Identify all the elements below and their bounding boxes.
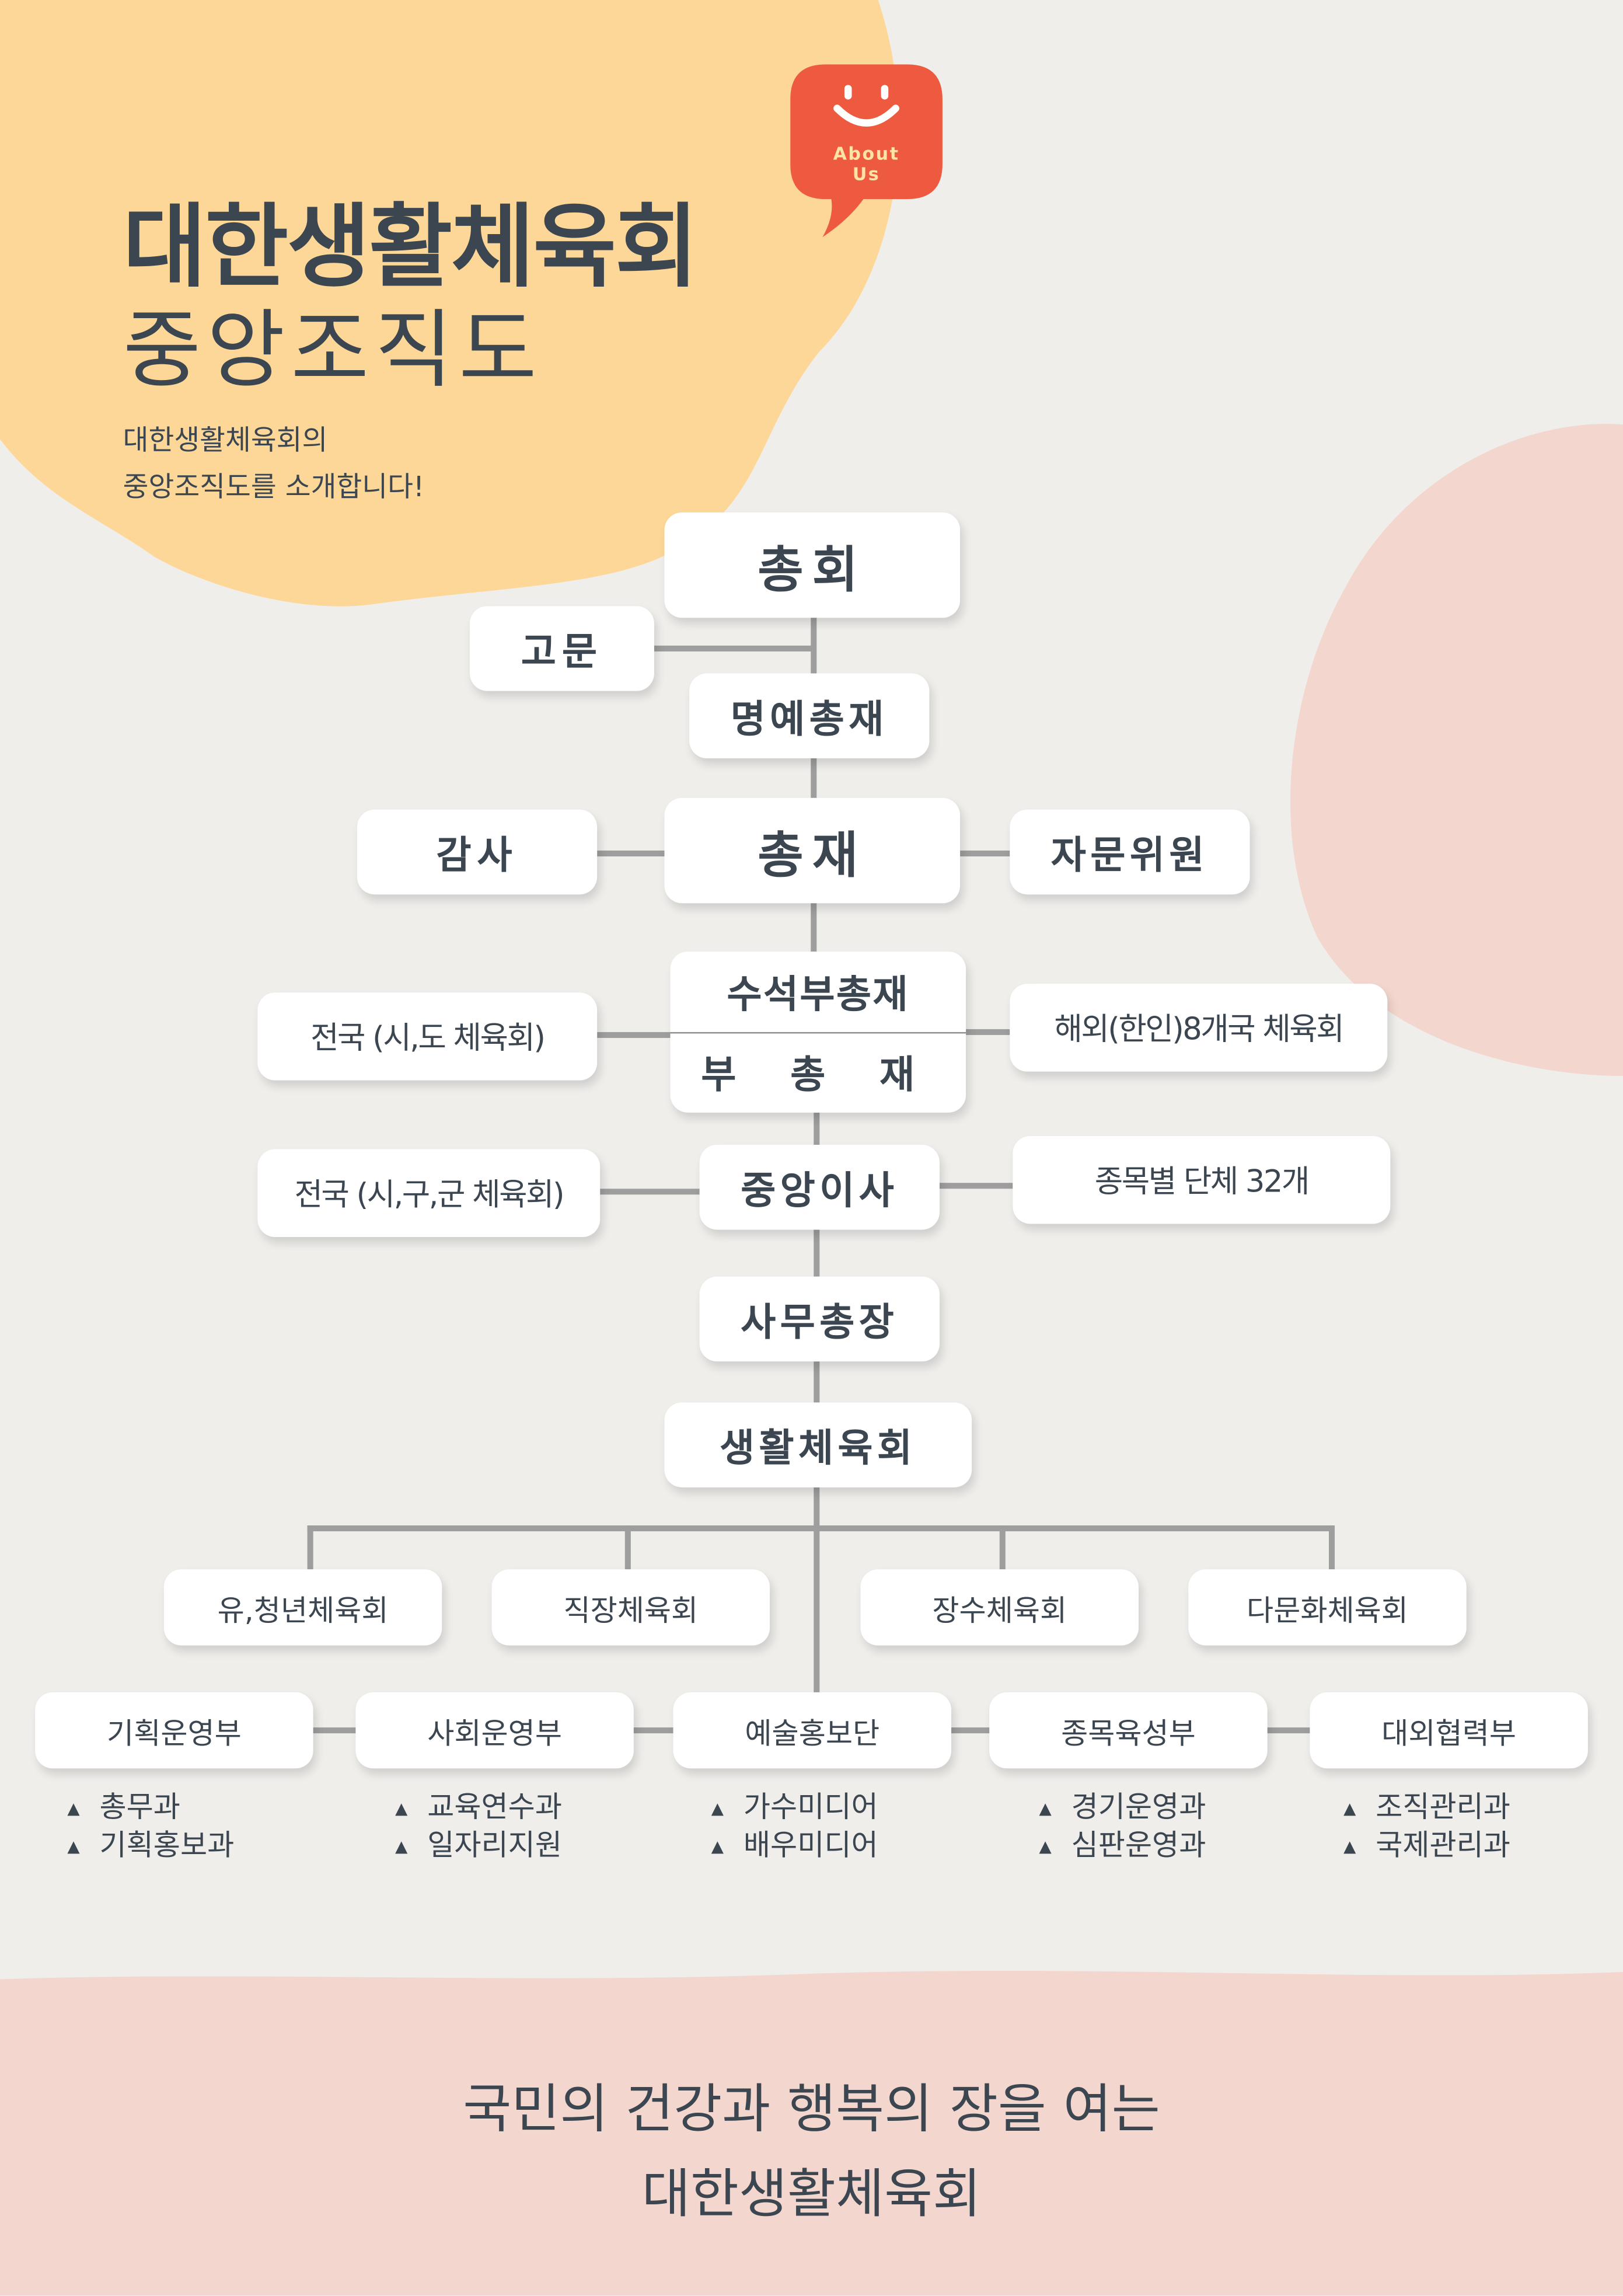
sub-list-planning: ▲ 총무과 ▲ 기획홍보과 xyxy=(67,1789,234,1865)
honorary-president-box: 명예총재 xyxy=(689,673,930,758)
sub-list-external: ▲ 조직관리과 ▲ 국제관리과 xyxy=(1343,1789,1510,1865)
department-box-social: 사회운영부 xyxy=(355,1692,634,1769)
triangle-bullet-icon: ▲ xyxy=(711,1799,724,1818)
sub-list-social: ▲ 교육연수과 ▲ 일자리지원 xyxy=(395,1789,562,1865)
sub-list-sports: ▲ 경기운영과 ▲ 심판운영과 xyxy=(1039,1789,1206,1865)
triangle-bullet-icon: ▲ xyxy=(711,1837,724,1856)
triangle-bullet-icon: ▲ xyxy=(1039,1837,1052,1856)
description-line-1: 대한생활체육회의 xyxy=(123,424,328,457)
org-chart-poster: 대한생활체육회 중앙조직도 대한생활체육회의 중앙조직도를 소개합니다! Abo… xyxy=(0,0,1623,2296)
about-us-badge: About Us xyxy=(790,61,943,240)
footer-line-2: 대한생활체육회 xyxy=(641,2165,982,2225)
advisory-committee-box: 자문위원 xyxy=(1010,809,1250,895)
department-box-arts: 예술홍보단 xyxy=(673,1692,952,1769)
triangle-bullet-icon: ▲ xyxy=(395,1837,408,1856)
footer-line-1: 국민의 건강과 행복의 장을 여는 xyxy=(463,2080,1160,2141)
senior-vice-president-label: 수석부총재 xyxy=(727,973,910,1018)
pink-blob xyxy=(1290,424,1623,1076)
list-item: ▲ 교육연수과 xyxy=(395,1789,562,1827)
badge-text-line-1: About xyxy=(833,143,900,164)
central-directors-box: 중앙이사 xyxy=(699,1145,940,1230)
page-subtitle: 중앙조직도 xyxy=(123,300,543,400)
list-item: ▲ 국제관리과 xyxy=(1343,1827,1510,1865)
general-assembly-box: 총회 xyxy=(664,512,961,618)
list-item: ▲ 배우미디어 xyxy=(711,1827,878,1865)
triangle-bullet-icon: ▲ xyxy=(395,1799,408,1818)
list-item: ▲ 총무과 xyxy=(67,1789,234,1827)
description-line-2: 중앙조직도를 소개합니다! xyxy=(123,471,425,504)
department-box-external: 대외협력부 xyxy=(1310,1692,1588,1769)
triangle-bullet-icon: ▲ xyxy=(67,1837,80,1856)
department-box-sports: 종목육성부 xyxy=(989,1692,1268,1769)
advisor-box: 고문 xyxy=(469,606,654,691)
triangle-bullet-icon: ▲ xyxy=(67,1799,80,1818)
list-item: ▲ 일자리지원 xyxy=(395,1827,562,1865)
list-item: ▲ 조직관리과 xyxy=(1343,1789,1510,1827)
group-box-workplace: 직장체육회 xyxy=(491,1569,770,1646)
list-item: ▲ 심판운영과 xyxy=(1039,1827,1206,1865)
group-box-youth: 유,청년체육회 xyxy=(163,1569,442,1646)
smile-icon xyxy=(833,85,899,127)
group-box-multicultural: 다문화체육회 xyxy=(1188,1569,1467,1646)
vice-president-label: 부 총 재 xyxy=(701,1054,936,1099)
secretary-general-box: 사무총장 xyxy=(699,1276,940,1362)
list-item: ▲ 경기운영과 xyxy=(1039,1789,1206,1827)
president-box: 총재 xyxy=(664,797,961,904)
vice-president-box: 수석부총재 부 총 재 xyxy=(670,952,966,1113)
association-box: 생활체육회 xyxy=(664,1402,972,1487)
national-city-county-box: 전국 (시,구,군 체육회) xyxy=(257,1149,601,1238)
auditor-box: 감사 xyxy=(357,809,598,895)
sub-list-arts: ▲ 가수미디어 ▲ 배우미디어 xyxy=(711,1789,878,1865)
badge-text-line-2: Us xyxy=(852,163,881,184)
list-item: ▲ 가수미디어 xyxy=(711,1789,878,1827)
list-item: ▲ 기획홍보과 xyxy=(67,1827,234,1865)
triangle-bullet-icon: ▲ xyxy=(1343,1837,1356,1856)
triangle-bullet-icon: ▲ xyxy=(1039,1799,1052,1818)
national-city-province-box: 전국 (시,도 체육회) xyxy=(257,992,598,1081)
group-box-senior: 장수체육회 xyxy=(860,1569,1139,1646)
department-box-planning: 기획운영부 xyxy=(35,1692,313,1769)
triangle-bullet-icon: ▲ xyxy=(1343,1799,1356,1818)
overseas-associations-box: 해외(한인)8개국 체육회 xyxy=(1010,984,1388,1072)
sport-organizations-box: 종목별 단체 32개 xyxy=(1013,1135,1391,1224)
